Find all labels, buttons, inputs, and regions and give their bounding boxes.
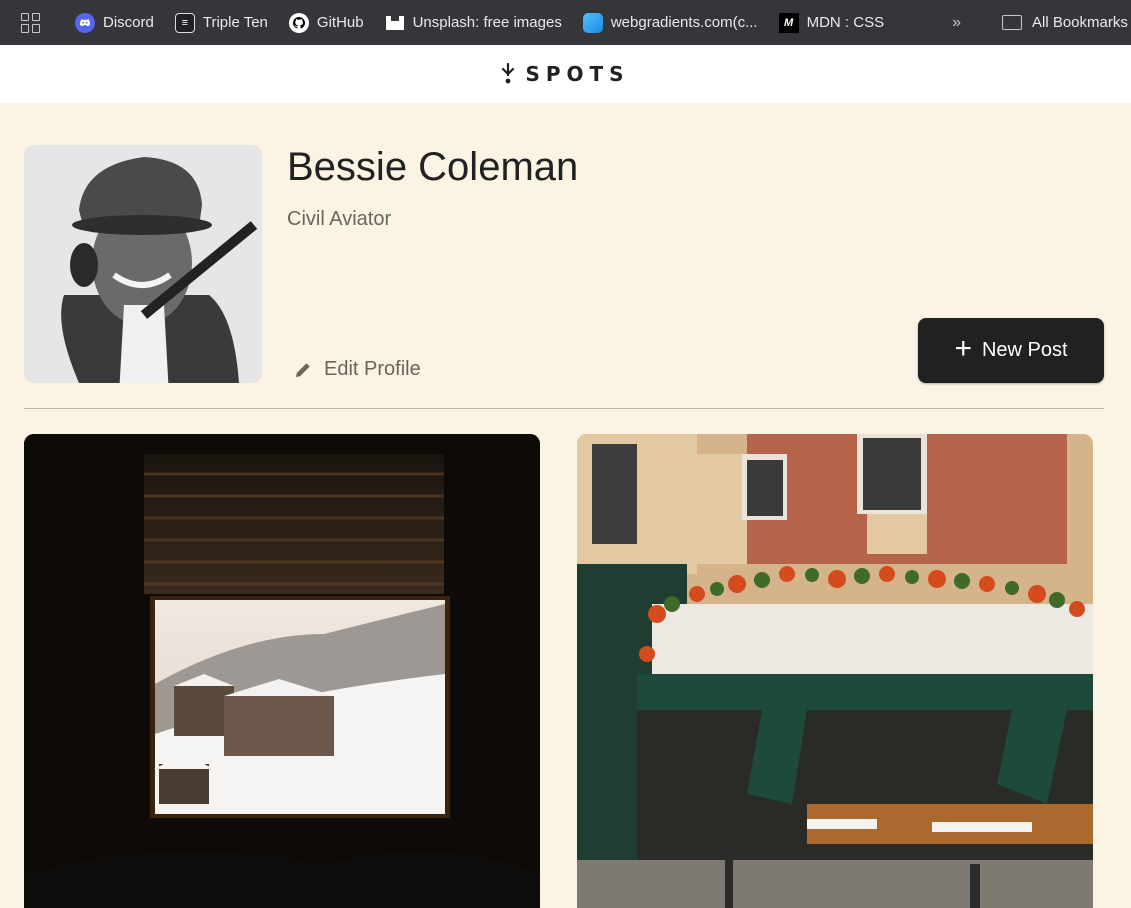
profile-avatar — [24, 145, 262, 383]
folder-icon — [1002, 15, 1022, 30]
plus-icon: + — [954, 332, 972, 365]
logo-mark-icon — [502, 63, 515, 84]
card-image[interactable] — [577, 434, 1093, 908]
site-header: SPOTS — [0, 45, 1131, 103]
bookmark-label: Unsplash: free images — [412, 14, 562, 31]
bookmark-webgradients[interactable]: webgradients.com(c... — [582, 12, 758, 33]
profile-name: Bessie Coleman — [287, 145, 579, 189]
bookmark-discord[interactable]: Discord — [75, 12, 154, 33]
bookmark-label: All Bookmarks — [1032, 14, 1128, 31]
edit-profile-button[interactable]: Edit Profile — [293, 358, 421, 381]
unsplash-icon — [385, 13, 405, 33]
avatar-portrait-image — [24, 145, 262, 383]
webgradients-icon — [582, 12, 603, 33]
bookmark-folder-all[interactable]: All Bookmarks — [1002, 14, 1128, 31]
bookmark-unsplash[interactable]: Unsplash: free images — [385, 13, 562, 33]
bookmark-label: MDN : CSS — [806, 14, 885, 31]
new-post-button[interactable]: + New Post — [918, 318, 1104, 383]
bookmark-label: Discord — [103, 14, 154, 31]
logo[interactable]: SPOTS — [501, 62, 629, 86]
card-image[interactable] — [24, 434, 540, 908]
bookmark-label: webgradients.com(c... — [610, 14, 758, 31]
profile-description: Civil Aviator — [287, 208, 392, 230]
edit-profile-label: Edit Profile — [324, 358, 421, 380]
paris-restaurant-facade-image — [577, 434, 1093, 908]
window-snowy-mountain-image — [24, 434, 540, 908]
bookmark-label: Triple Ten — [202, 14, 268, 31]
apps-grid-icon[interactable] — [21, 12, 40, 33]
bookmark-mdn[interactable]: M MDN : CSS — [778, 12, 885, 33]
more-bookmarks-chevron-icon[interactable]: » — [952, 14, 961, 32]
bookmark-github[interactable]: GitHub — [288, 12, 364, 33]
github-icon — [288, 12, 309, 33]
pencil-icon — [296, 362, 310, 377]
bookmark-tripleten[interactable]: ≡ Triple Ten — [174, 12, 268, 33]
discord-icon — [75, 12, 95, 33]
bookmark-label: GitHub — [316, 14, 364, 31]
logo-text: SPOTS — [525, 62, 630, 86]
bookmarks-bar: Discord ≡ Triple Ten GitHub Unsplash: fr… — [0, 0, 1131, 45]
tripleten-icon: ≡ — [174, 12, 195, 33]
mdn-icon: M — [778, 12, 799, 33]
profile-divider — [24, 408, 1104, 409]
new-post-label: New Post — [981, 339, 1068, 361]
